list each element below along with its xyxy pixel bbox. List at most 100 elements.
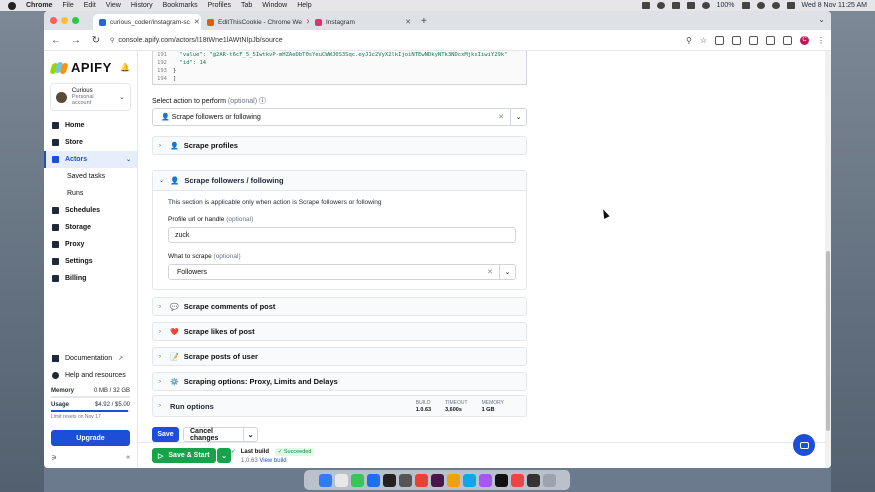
clear-icon[interactable]: ✕ [498,113,510,121]
battery-icon[interactable] [741,2,750,9]
sidebar-item-storage[interactable]: Storage [44,219,137,236]
menu-view[interactable]: View [106,2,121,9]
zoom-icon[interactable]: ⚲ [686,36,692,45]
bluetooth-icon[interactable] [701,2,710,9]
app-icon[interactable] [462,473,476,487]
tab-search-chevron-icon[interactable]: ⌄ [818,15,825,24]
status-icon[interactable] [656,2,665,9]
menu-chrome[interactable]: Chrome [26,2,52,9]
search-icon[interactable] [771,2,780,9]
bookmark-star-icon[interactable]: ☆ [700,36,707,45]
info-icon[interactable]: ⓘ [259,98,266,105]
sidebar-item-schedules[interactable]: Schedules [44,202,137,219]
chrome-icon[interactable] [334,473,348,487]
run-options[interactable]: › Run options BUILD 1.0.63 TIMEOUT 3,600s … [152,395,527,417]
apple-icon[interactable] [8,1,16,10]
clear-icon[interactable]: ✕ [487,268,499,276]
json-editor[interactable]: 191 "value": "@2AR-t6cF_5_5IwtkvP-mHZAeD… [152,51,527,85]
app-icon[interactable] [398,473,412,487]
forward-icon[interactable]: → [70,35,82,46]
profile-avatar-icon[interactable]: C [800,35,809,45]
section-header-followers[interactable]: ⌄ 👤 Scrape followers / following [153,171,526,191]
menu-edit[interactable]: Edit [84,2,96,9]
collapse-sidebar-icon[interactable]: « [126,454,130,462]
chat-support-button[interactable] [793,434,815,456]
sidebar-item-settings[interactable]: Settings [44,253,137,270]
chevron-down-icon[interactable]: ⌄ [243,428,257,441]
finder-icon[interactable] [318,473,332,487]
volume-icon[interactable] [686,2,695,9]
menu-window[interactable]: Window [262,2,287,9]
trash-icon[interactable] [542,473,556,487]
extension-icon[interactable] [732,35,741,45]
menubar-clock[interactable]: Wed 8 Nov 11:25 AM [802,2,868,9]
sidebar-item-home[interactable]: Home [44,117,137,134]
help-link[interactable]: Help and resources [44,367,137,384]
sidebar-item-store[interactable]: Store [44,134,137,151]
site-info-icon[interactable]: ⚲ [110,37,114,44]
profile-input[interactable]: zuck [168,227,516,243]
minimize-window-icon[interactable] [61,17,68,24]
documentation-link[interactable]: Documentation ↗ [44,350,137,367]
messages-icon[interactable] [350,473,364,487]
sidebar-item-billing[interactable]: Billing [44,270,137,287]
wifi-icon[interactable] [756,2,765,9]
menu-history[interactable]: History [131,2,153,9]
sidebar-item-runs[interactable]: Runs [44,185,137,202]
chevron-down-icon[interactable]: ⌄ [499,265,515,279]
what-select[interactable]: Followers ✕ ⌄ [168,264,516,280]
chevron-down-icon[interactable]: ⌄ [510,109,526,125]
maximize-window-icon[interactable] [72,17,79,24]
terminal-icon[interactable] [382,473,396,487]
cancel-changes-button[interactable]: Cancel changes ⌄ [183,427,258,442]
section-scrape-likes[interactable]: › ❤️ Scrape likes of post [152,322,527,341]
chevron-down-icon[interactable]: ⌄ [217,448,231,463]
app-icon[interactable] [446,473,460,487]
page-scrollbar[interactable] [825,51,831,468]
side-panel-icon[interactable] [783,35,792,45]
section-scrape-posts[interactable]: › 📝 Scrape posts of user [152,347,527,366]
reload-icon[interactable]: ↻ [90,35,102,46]
close-tab-icon[interactable]: ✕ [194,18,200,26]
tab-editthiscookie[interactable]: EditThisCookie - Chrome We ✕ [201,14,309,30]
menu-bookmarks[interactable]: Bookmarks [163,2,198,9]
address-bar[interactable]: ⚲ console.apify.com/actors/I18tWne1lAWtN… [110,33,678,48]
vscode-icon[interactable] [366,473,380,487]
tab-instagram[interactable]: Instagram ✕ [309,14,417,30]
menu-tab[interactable]: Tab [241,2,252,9]
save-and-start-button[interactable]: ▷ Save & Start [152,448,216,463]
new-tab-icon[interactable]: + [421,14,427,30]
more-menu-icon[interactable]: ⋮ [817,36,825,45]
menu-profiles[interactable]: Profiles [208,2,231,9]
sidebar-item-saved-tasks[interactable]: Saved tasks [44,168,137,185]
upgrade-button[interactable]: Upgrade [51,430,130,446]
sidebar-item-proxy[interactable]: Proxy [44,236,137,253]
app-icon[interactable] [510,473,524,487]
status-icon[interactable] [671,2,680,9]
app-icon[interactable] [414,473,428,487]
menu-file[interactable]: File [62,2,73,9]
app-icon[interactable] [478,473,492,487]
section-scrape-profiles[interactable]: › 👤 Scrape profiles [152,136,527,155]
account-switcher[interactable]: Curious Personal account ⌄ [50,83,131,111]
view-build-link[interactable]: View build [259,458,286,464]
status-icon[interactable] [641,2,650,9]
slack-icon[interactable] [430,473,444,487]
close-window-icon[interactable] [50,17,57,24]
scrollbar-thumb[interactable] [826,251,830,431]
tab-apify[interactable]: curious_coder/instagram-sc ✕ [93,14,201,30]
section-scraping-options[interactable]: › ⚙️ Scraping options: Proxy, Limits and… [152,372,527,391]
app-icon[interactable] [494,473,508,487]
sidebar-item-actors[interactable]: Actors ⌄ [44,151,137,168]
notion-icon[interactable] [526,473,540,487]
save-button[interactable]: Save [152,427,179,442]
back-icon[interactable]: ← [50,35,62,46]
menu-help[interactable]: Help [297,2,311,9]
action-select[interactable]: 👤 Scrape followers or following ✕ ⌄ [152,108,527,126]
theme-icon[interactable]: ⚞ [51,454,57,462]
extension-icon[interactable] [749,35,758,45]
apify-logo[interactable]: APIFY 🔔 [44,51,137,81]
close-tab-icon[interactable]: ✕ [405,18,411,26]
section-scrape-comments[interactable]: › 💬 Scrape comments of post [152,297,527,316]
extensions-puzzle-icon[interactable] [766,35,775,45]
